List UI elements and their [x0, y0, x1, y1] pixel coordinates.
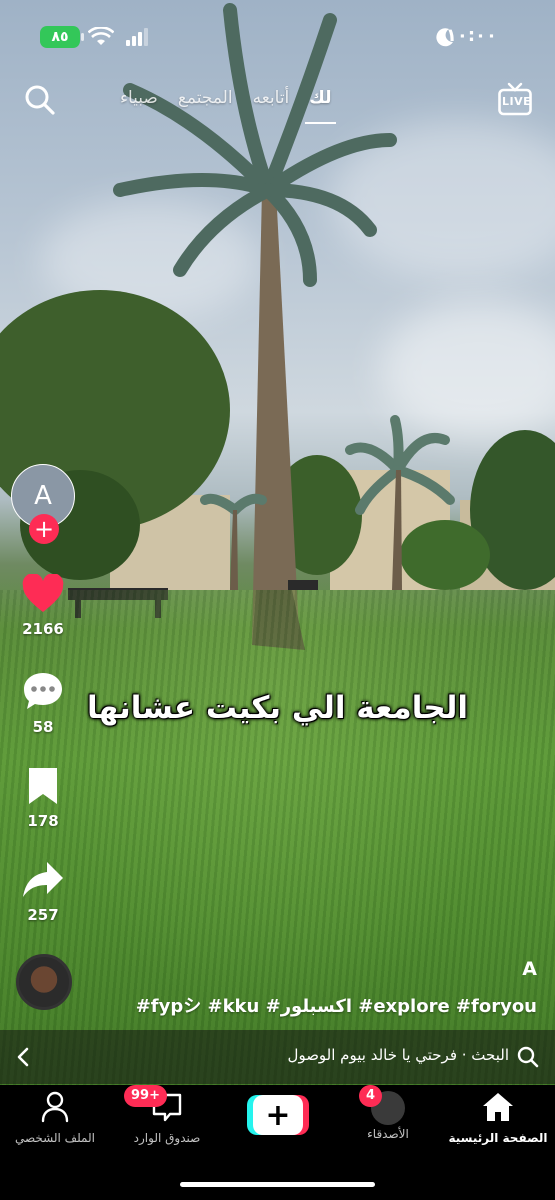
share-arrow-icon	[23, 862, 63, 897]
live-button[interactable]: LIVE	[498, 82, 532, 116]
person-icon	[41, 1091, 69, 1123]
nav-inbox-label: صندوق الوارد	[133, 1131, 201, 1145]
search-icon[interactable]	[24, 84, 56, 116]
nav-home[interactable]: الصفحة الرئيسية	[443, 1091, 553, 1145]
author-name[interactable]: A	[522, 958, 537, 980]
tab-location[interactable]: صبياء	[120, 82, 158, 108]
friends-badge: 4	[359, 1085, 383, 1107]
nav-friends-label: الأصدقاء	[367, 1127, 409, 1141]
like-count: 2166	[22, 620, 64, 638]
related-search-bar[interactable]: البحث · فرحتي يا خالد بيوم الوصول	[0, 1030, 555, 1084]
live-label: LIVE	[502, 95, 532, 108]
home-icon	[483, 1093, 513, 1121]
video-caption: الجامعة الي بكيت عشانها	[87, 690, 468, 726]
follow-button[interactable]: +	[29, 514, 59, 544]
avatar-letter: A	[34, 481, 52, 511]
battery-level: ٨٥	[51, 29, 69, 45]
share-count: 257	[27, 906, 59, 924]
nav-profile[interactable]: الملف الشخصي	[0, 1091, 110, 1145]
heart-icon	[22, 573, 64, 612]
nav-inbox[interactable]: صندوق الوارد 99+	[112, 1085, 222, 1145]
home-indicator	[180, 1182, 375, 1187]
feed-tabs: لك أتابعه المجتمع صبياء	[120, 82, 336, 124]
plus-icon: +	[33, 515, 55, 543]
save-button[interactable]: 178	[0, 766, 86, 830]
nav-home-label: الصفحة الرئيسية	[448, 1131, 548, 1145]
like-button[interactable]: 2166	[0, 573, 86, 638]
creator-avatar-wrap[interactable]: A +	[11, 464, 75, 544]
nav-profile-label: الملف الشخصي	[15, 1131, 95, 1145]
tab-for-you[interactable]: لك	[305, 82, 336, 124]
status-time: ١٠:٠٠	[445, 25, 497, 46]
top-navigation: لك أتابعه المجتمع صبياء LIVE	[0, 82, 555, 126]
search-icon	[517, 1046, 539, 1068]
plus-icon: +	[253, 1095, 303, 1135]
cellular-signal-icon	[126, 28, 148, 46]
battery-tip	[81, 33, 84, 41]
inbox-badge: 99+	[124, 1085, 167, 1107]
hashtags[interactable]: #fypシ #kku #اكسبلور #explore #foryou	[136, 992, 537, 1018]
music-disc[interactable]	[16, 954, 72, 1010]
wifi-icon	[88, 27, 114, 45]
share-button[interactable]: 257	[0, 860, 86, 924]
save-count: 178	[27, 812, 59, 830]
bookmark-icon	[29, 768, 57, 804]
status-bar: ٨٥ ١٠:٠٠	[0, 22, 555, 52]
tab-community[interactable]: المجتمع	[178, 82, 233, 108]
tab-following[interactable]: أتابعه	[253, 82, 290, 108]
chevron-left-icon[interactable]	[16, 1047, 30, 1067]
related-search-text: البحث · فرحتي يا خالد بيوم الوصول	[287, 1046, 509, 1064]
nav-friends[interactable]: الأصدقاء 4	[333, 1085, 443, 1141]
battery-indicator: ٨٥	[40, 26, 80, 48]
create-button[interactable]: +	[247, 1095, 309, 1135]
